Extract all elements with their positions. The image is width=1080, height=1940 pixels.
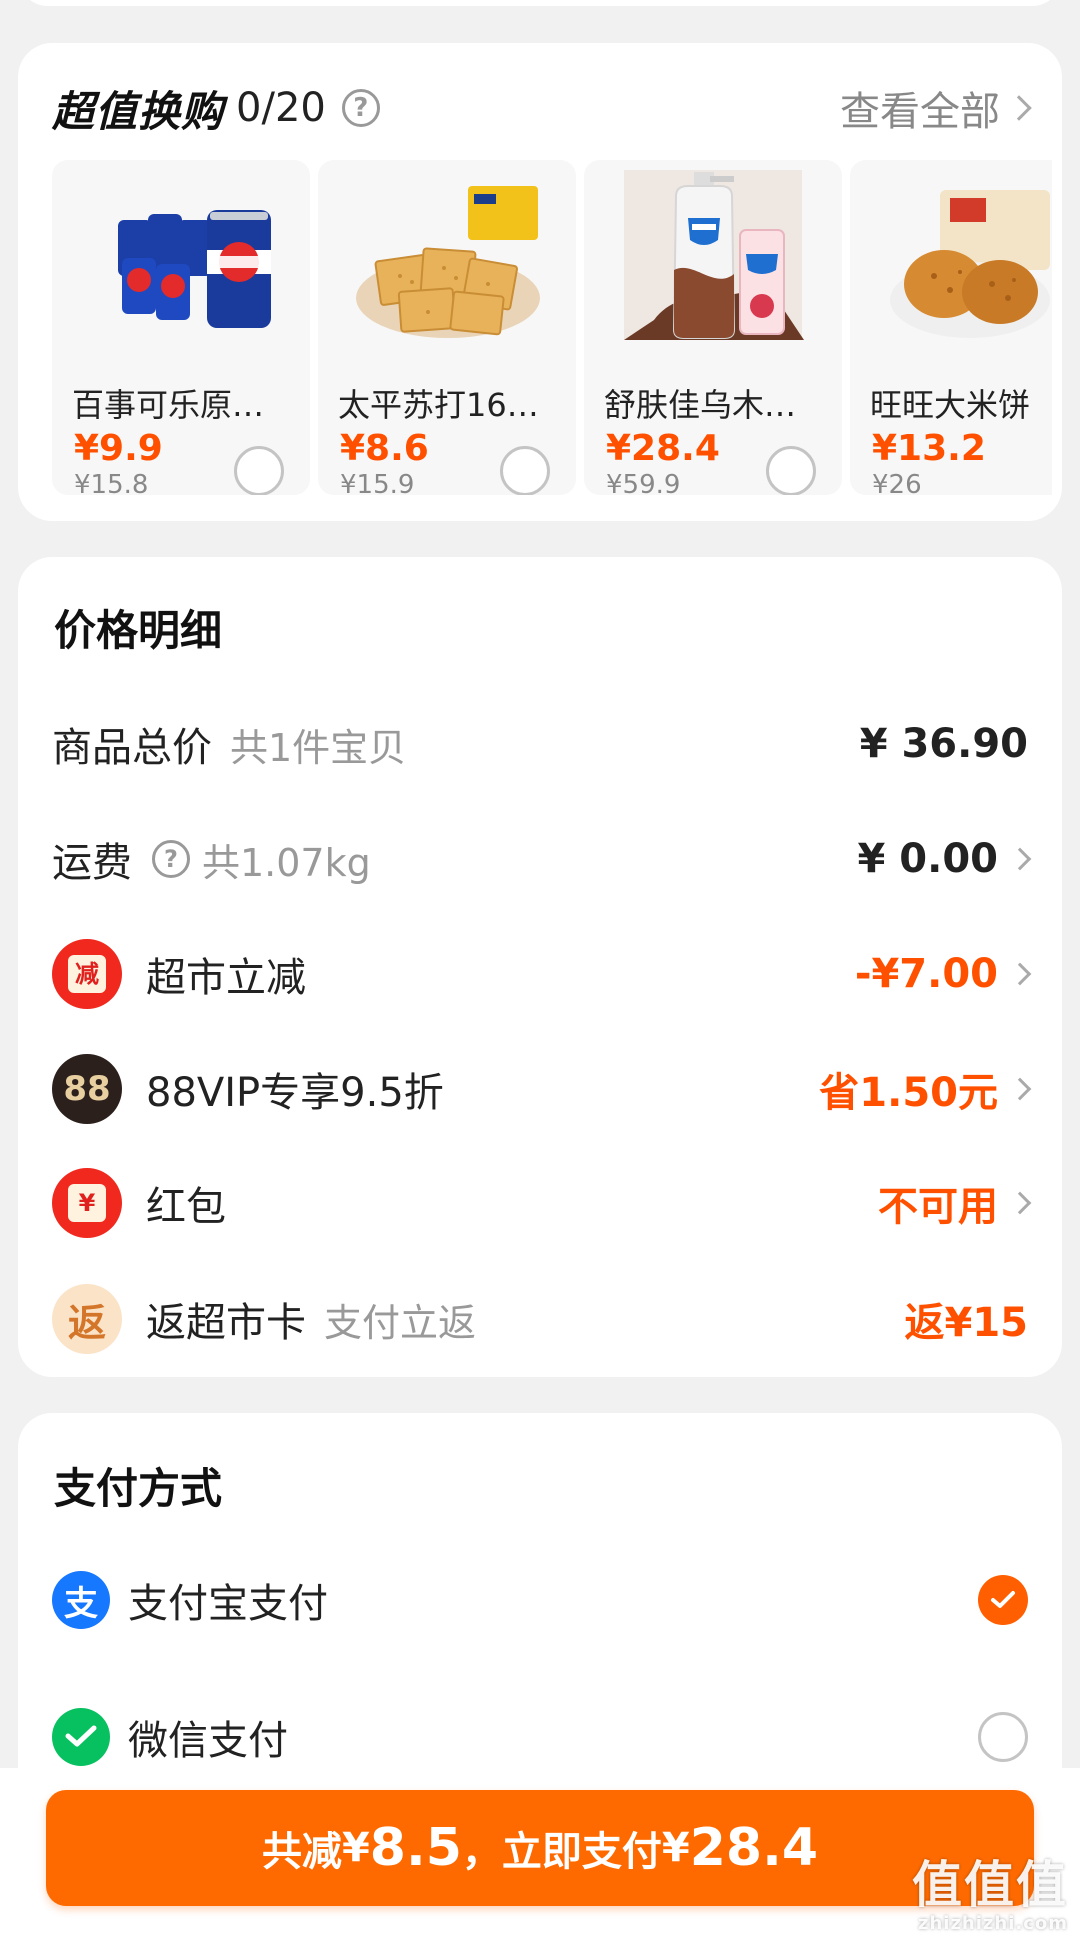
currency-symbol: ¥ — [341, 1825, 370, 1871]
product-original-price: ¥26 — [872, 470, 922, 495]
chevron-right-icon — [1008, 1191, 1032, 1215]
product-price: ¥8.6 — [340, 428, 429, 469]
select-radio[interactable] — [234, 446, 284, 495]
red-packet-row[interactable]: ¥ 红包 不可用 — [52, 1163, 1032, 1243]
cashback-label: 返超市卡 — [146, 1300, 306, 1346]
view-all-label: 查看全部 — [840, 89, 1000, 135]
wechat-option[interactable]: 微信支付 — [52, 1697, 1028, 1777]
product-name: 百事可乐原… — [72, 386, 265, 424]
product-card[interactable]: 旺旺大米饼 ¥13.2 ¥26 — [850, 160, 1052, 495]
chevron-right-icon — [1008, 962, 1032, 986]
view-all-link[interactable]: 查看全部 — [840, 79, 1032, 137]
pepsi-cans-image — [118, 210, 271, 328]
shipping-value: ¥ 0.00 — [857, 836, 998, 882]
watermark-sub: zhizhizhi.com — [917, 1913, 1068, 1934]
exchange-title: 超值换购 — [52, 86, 225, 136]
watermark-main: 值值值 — [912, 1856, 1068, 1914]
product-name: 太平苏打16… — [338, 386, 539, 424]
help-icon[interactable]: ? — [152, 840, 190, 878]
wechat-pay-label: 微信支付 — [128, 1718, 288, 1764]
body-wash-image — [624, 170, 804, 340]
alipay-label: 支付宝支付 — [128, 1581, 328, 1627]
product-price: ¥9.9 — [74, 428, 163, 469]
discount-row[interactable]: 减 超市立减 -¥7.00 — [52, 934, 1032, 1014]
product-name: 舒肤佳乌木… — [604, 386, 797, 424]
discount-label: 超市立减 — [146, 955, 306, 1001]
cashback-note: 支付立返 — [324, 1300, 477, 1345]
help-icon[interactable]: ? — [341, 89, 380, 127]
subtotal-label: 商品总价 — [52, 725, 212, 771]
price-detail-card: 价格明细 商品总价 共1件宝贝 ¥ 36.90 运费 ? 共1.07kg ¥ 0… — [18, 557, 1062, 1377]
red-packet-status: 不可用 — [878, 1184, 998, 1230]
pay-prefix: 共减 — [261, 1829, 342, 1875]
cashback-icon: 返 — [52, 1284, 122, 1354]
product-price: ¥13.2 — [872, 428, 986, 469]
exchange-count: 0/20 — [236, 85, 326, 131]
rice-cracker-image — [890, 190, 1050, 338]
exchange-products: 百事可乐原… ¥9.9 ¥15.8 太平苏打16… ¥8.6 ¥15.9 舒肤佳… — [52, 160, 1052, 495]
product-card[interactable]: 百事可乐原… ¥9.9 ¥15.8 — [52, 160, 310, 495]
item-count: 共1件宝贝 — [230, 725, 407, 770]
shipping-row[interactable]: 运费 ? 共1.07kg ¥ 0.00 — [52, 819, 1032, 899]
subtotal-row: 商品总价 共1件宝贝 ¥ 36.90 — [52, 704, 1028, 784]
payment-title: 支付方式 — [54, 1464, 223, 1513]
chevron-right-icon — [1008, 1077, 1032, 1101]
saved-amount: 8.5 — [369, 1818, 462, 1878]
pay-now-button[interactable]: 共减 ¥ 8.5 ，立即支付 ¥ 28.4 — [46, 1790, 1034, 1906]
vip-row[interactable]: 88 88VIP专享9.5折 省1.50元 — [52, 1049, 1032, 1129]
wechat-pay-icon — [52, 1708, 110, 1766]
vip-88-icon: 88 — [52, 1054, 122, 1124]
select-radio[interactable] — [500, 446, 550, 495]
shipping-label: 运费 — [52, 840, 132, 886]
select-radio[interactable] — [766, 446, 816, 495]
exchange-header: 超值换购 0/20 ? 查看全部 — [52, 73, 1032, 143]
cashback-value: 返¥15 — [904, 1300, 1029, 1346]
alipay-icon: 支 — [52, 1571, 110, 1629]
chevron-right-icon — [1008, 847, 1032, 871]
vip-saving: 省1.50元 — [819, 1070, 998, 1116]
product-price: ¥28.4 — [606, 428, 720, 469]
product-name: 旺旺大米饼 — [870, 386, 1031, 424]
bottom-bar: 共减 ¥ 8.5 ，立即支付 ¥ 28.4 值值值 zhizhizhi.com — [0, 1768, 1080, 1940]
product-original-price: ¥59.9 — [606, 470, 681, 495]
exchange-card: 超值换购 0/20 ? 查看全部 百事可乐原… ¥9.9 ¥15.8 太平苏打1… — [18, 43, 1062, 521]
select-radio[interactable] — [978, 1712, 1028, 1762]
product-card[interactable]: 太平苏打16… ¥8.6 ¥15.9 — [318, 160, 576, 495]
previous-card-edge — [18, 0, 1062, 6]
discount-value: -¥7.00 — [854, 951, 998, 997]
discount-icon: 减 — [52, 939, 122, 1009]
shipping-weight: 共1.07kg — [202, 840, 371, 885]
red-packet-icon: ¥ — [52, 1168, 122, 1238]
red-packet-label: 红包 — [146, 1184, 226, 1230]
pay-middle-text: ，立即支付 — [461, 1829, 662, 1875]
site-watermark: 值值值 zhizhizhi.com — [912, 1845, 1068, 1934]
cashback-row: 返 返超市卡 支付立返 返¥15 — [52, 1279, 1028, 1359]
subtotal-value: ¥ 36.90 — [859, 721, 1028, 767]
vip-label: 88VIP专享9.5折 — [146, 1070, 444, 1116]
chevron-right-icon — [1006, 95, 1032, 121]
price-detail-title: 价格明细 — [54, 606, 223, 655]
alipay-option[interactable]: 支 支付宝支付 — [52, 1560, 1028, 1640]
product-card[interactable]: 舒肤佳乌木… ¥28.4 ¥59.9 — [584, 160, 842, 495]
checkmark-icon[interactable] — [978, 1575, 1028, 1625]
total-amount: 28.4 — [689, 1818, 819, 1878]
cracker-image — [356, 186, 540, 338]
currency-symbol: ¥ — [661, 1825, 690, 1871]
product-original-price: ¥15.8 — [74, 470, 149, 495]
product-original-price: ¥15.9 — [340, 470, 415, 495]
